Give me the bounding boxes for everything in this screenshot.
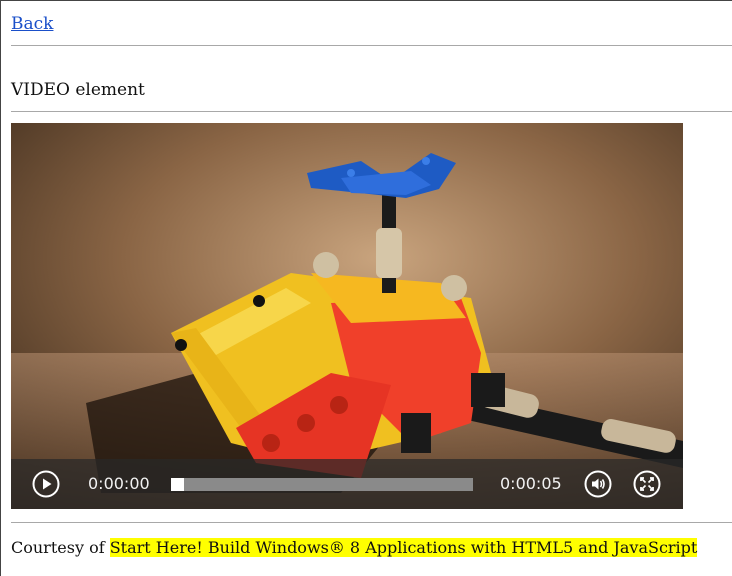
video-frame xyxy=(11,123,683,509)
play-icon xyxy=(32,470,60,498)
total-time: 0:00:05 xyxy=(500,474,562,493)
divider-middle xyxy=(11,111,732,112)
video-player[interactable]: 0:00:00 0:00:05 xyxy=(11,123,683,509)
divider-bottom xyxy=(11,522,732,523)
current-time: 0:00:00 xyxy=(88,474,150,493)
courtesy-line: Courtesy of Start Here! Build Windows® 8… xyxy=(11,538,698,557)
fullscreen-button[interactable] xyxy=(633,470,661,498)
play-button[interactable] xyxy=(32,470,60,498)
source-link-highlighted[interactable]: Start Here! Build Windows® 8 Application… xyxy=(109,538,698,557)
section-title: VIDEO element xyxy=(11,80,145,100)
volume-button[interactable] xyxy=(584,470,612,498)
volume-icon xyxy=(584,470,612,498)
fullscreen-icon xyxy=(633,470,661,498)
video-control-bar: 0:00:00 0:00:05 xyxy=(11,459,683,509)
courtesy-prefix: Courtesy of xyxy=(11,538,110,557)
divider-top xyxy=(11,45,732,46)
back-link[interactable]: Back xyxy=(11,14,53,34)
seek-bar[interactable] xyxy=(171,478,473,491)
seek-thumb[interactable] xyxy=(171,478,184,491)
